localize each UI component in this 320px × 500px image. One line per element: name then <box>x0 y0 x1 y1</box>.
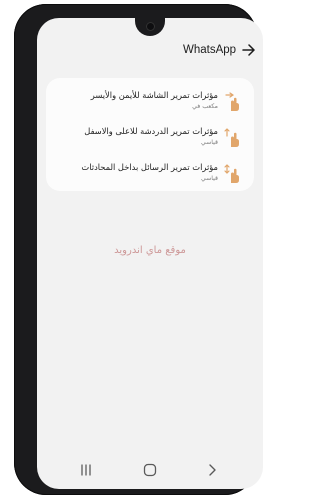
back-chevron-icon[interactable] <box>203 461 221 479</box>
camera-notch <box>135 18 165 36</box>
setting-value: قياسي <box>200 175 218 182</box>
setting-title: مؤثرات تمرير الدردشة للاعلى والاسفل <box>84 126 218 136</box>
setting-item-screen-transition[interactable]: مؤثرات تمرير الشاشة للأيمن والأيسر مكعب … <box>46 86 254 120</box>
app-bar: WhatsApp <box>37 38 263 62</box>
navigation-bar <box>37 451 263 489</box>
setting-value: قياسي <box>200 139 218 146</box>
hand-swipe-horizontal-icon <box>224 92 242 112</box>
screen: WhatsApp مؤثرات تمرير الشاشة للأيمن والأ… <box>37 18 263 489</box>
recent-apps-icon[interactable] <box>77 461 95 479</box>
arrow-right-icon[interactable] <box>240 41 258 59</box>
setting-value: مكعب في <box>192 103 218 110</box>
home-icon[interactable] <box>141 461 159 479</box>
hand-scroll-icon <box>224 164 242 184</box>
watermark-text: موقع ماي اندرويد <box>114 245 186 256</box>
phone-frame: WhatsApp مؤثرات تمرير الشاشة للأيمن والأ… <box>14 4 263 495</box>
page-title: WhatsApp <box>183 44 237 56</box>
settings-card: مؤثرات تمرير الشاشة للأيمن والأيسر مكعب … <box>46 78 254 191</box>
hand-swipe-vertical-icon <box>224 128 242 148</box>
setting-item-chat-scroll[interactable]: مؤثرات تمرير الدردشة للاعلى والاسفل قياس… <box>46 122 254 156</box>
setting-title: مؤثرات تمرير الرسائل بداخل المحادثات <box>81 162 218 172</box>
camera-icon <box>145 22 155 31</box>
setting-title: مؤثرات تمرير الشاشة للأيمن والأيسر <box>90 90 218 100</box>
setting-item-message-scroll[interactable]: مؤثرات تمرير الرسائل بداخل المحادثات قيا… <box>46 158 254 192</box>
